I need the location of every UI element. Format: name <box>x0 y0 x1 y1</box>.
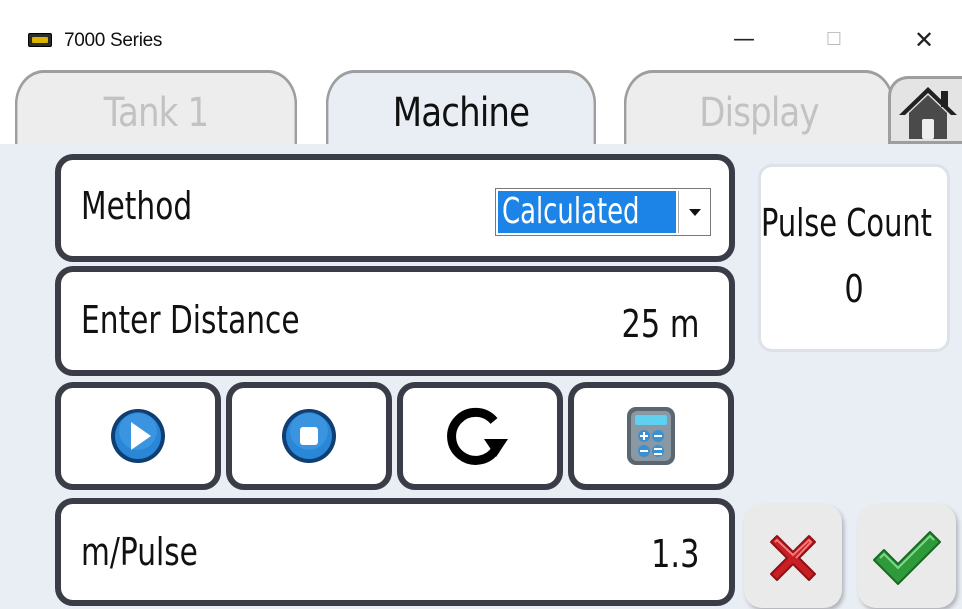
distance-value[interactable]: 25 m <box>621 302 699 346</box>
distance-row[interactable]: Enter Distance 25 m <box>55 266 735 376</box>
reset-button[interactable] <box>397 382 563 490</box>
pulse-count-label: Pulse Count <box>761 201 932 245</box>
method-label: Method <box>81 184 193 228</box>
start-button[interactable] <box>55 382 221 490</box>
close-button[interactable]: ✕ <box>896 18 952 62</box>
ok-check-icon <box>873 531 941 586</box>
calculator-button[interactable] <box>568 382 734 490</box>
machine-panel: Method Calculated Enter Distance 25 m m/… <box>0 144 962 609</box>
distance-label: Enter Distance <box>81 298 300 342</box>
m-per-pulse-label: m/Pulse <box>81 530 198 574</box>
window-title: 7000 Series <box>64 30 163 51</box>
tab-machine[interactable]: Machine <box>325 70 597 144</box>
tab-strip: Tank 1 Display Machine <box>0 70 962 144</box>
app-icon <box>28 33 52 47</box>
home-button[interactable] <box>888 76 962 144</box>
play-icon <box>111 409 165 463</box>
m-per-pulse-value[interactable]: 1.3 <box>651 532 699 576</box>
method-select[interactable]: Calculated <box>495 188 711 236</box>
tab-display[interactable]: Display <box>623 70 895 144</box>
minimize-button[interactable]: — <box>716 18 772 62</box>
m-per-pulse-row[interactable]: m/Pulse 1.3 <box>55 498 735 606</box>
cancel-x-icon <box>770 535 816 582</box>
window-titlebar: 7000 Series — ☐ ✕ <box>0 0 962 70</box>
cancel-button[interactable] <box>744 504 842 608</box>
reset-icon <box>447 407 508 465</box>
pulse-count-value: 0 <box>844 267 864 311</box>
method-row: Method Calculated <box>55 154 735 262</box>
maximize-button[interactable]: ☐ <box>806 18 862 62</box>
chevron-down-icon[interactable] <box>678 191 708 233</box>
calculator-icon <box>627 407 675 465</box>
stop-button[interactable] <box>226 382 392 490</box>
pulse-count-card: Pulse Count 0 <box>758 164 950 352</box>
tab-tank-1[interactable]: Tank 1 <box>14 70 298 144</box>
home-icon <box>899 87 957 139</box>
method-selected-value[interactable]: Calculated <box>498 191 676 233</box>
stop-icon <box>282 409 336 463</box>
ok-button[interactable] <box>858 504 956 608</box>
